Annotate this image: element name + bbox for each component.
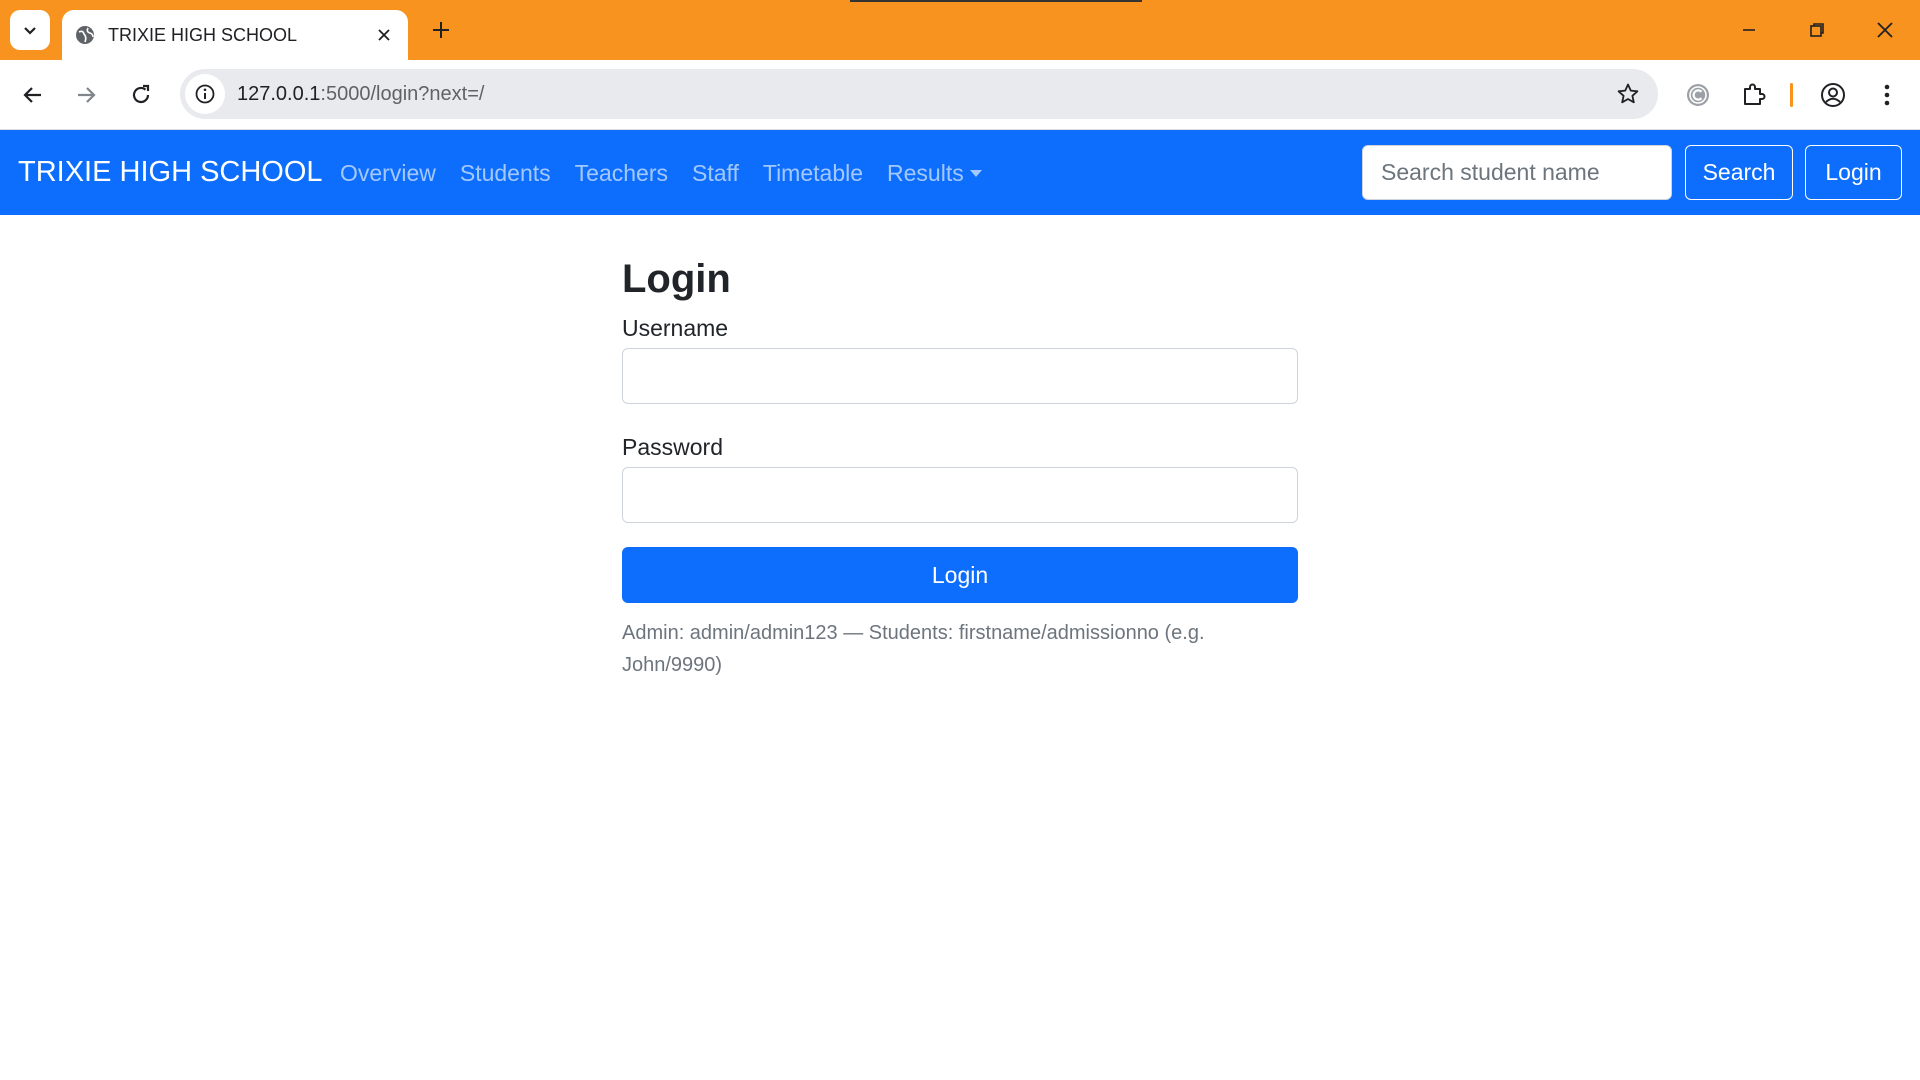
browser-tab-strip: TRIXIE HIGH SCHOOL	[0, 0, 1920, 60]
star-icon[interactable]	[1610, 76, 1646, 112]
globe-icon	[74, 24, 96, 46]
plus-icon	[433, 22, 449, 38]
tab-strip-indicator	[850, 0, 1142, 2]
address-bar[interactable]: 127.0.0.1:5000/login?next=/	[180, 69, 1658, 119]
nav-link-timetable[interactable]: Timetable	[763, 160, 863, 187]
username-label: Username	[622, 315, 729, 341]
profile-icon	[1821, 83, 1845, 107]
navbar-login-button[interactable]: Login	[1805, 145, 1902, 200]
caret-down-icon	[969, 170, 982, 177]
nav-link-staff[interactable]: Staff	[692, 160, 739, 187]
extension-c-icon	[1687, 84, 1709, 106]
search-button[interactable]: Search	[1685, 145, 1793, 200]
reload-icon	[132, 84, 150, 104]
minimize-icon	[1743, 29, 1755, 31]
close-tab-icon[interactable]	[370, 21, 398, 49]
nav-dropdown-results[interactable]: Results	[887, 160, 982, 187]
browser-menu-button[interactable]	[1869, 77, 1905, 113]
toolbar-divider	[1790, 83, 1793, 107]
username-field[interactable]	[622, 348, 1298, 404]
back-icon	[23, 87, 41, 103]
login-submit-button[interactable]: Login	[622, 547, 1298, 603]
forward-button[interactable]	[68, 77, 104, 113]
login-container: Login Username Password Login Admin: adm…	[622, 255, 1298, 681]
back-button[interactable]	[15, 77, 51, 113]
extensions-button[interactable]	[1735, 77, 1771, 113]
chevron-down-icon	[24, 27, 36, 35]
tab-search-button[interactable]	[10, 10, 50, 50]
url-text[interactable]: 127.0.0.1:5000/login?next=/	[237, 83, 1610, 106]
nav-link-overview[interactable]: Overview	[340, 160, 436, 187]
tab-title: TRIXIE HIGH SCHOOL	[108, 24, 298, 45]
url-path: :5000/login?next=/	[320, 82, 485, 105]
results-label: Results	[887, 160, 964, 186]
info-icon[interactable]	[185, 74, 225, 114]
browser-toolbar: 127.0.0.1:5000/login?next=/	[0, 60, 1920, 130]
kebab-menu-icon	[1884, 84, 1890, 106]
password-label: Password	[622, 434, 723, 460]
close-icon	[1877, 22, 1893, 38]
extension-c-button[interactable]	[1680, 77, 1716, 113]
nav-link-students[interactable]: Students	[460, 160, 551, 187]
credentials-hint: Admin: admin/admin123 — Students: firstn…	[622, 622, 1205, 676]
page-title: Login	[622, 257, 731, 301]
password-field[interactable]	[622, 467, 1298, 523]
forward-icon	[78, 87, 96, 103]
browser-tab[interactable]: TRIXIE HIGH SCHOOL	[62, 10, 408, 60]
puzzle-icon	[1744, 83, 1766, 105]
student-search-input[interactable]	[1362, 145, 1672, 200]
restore-button[interactable]	[1794, 8, 1840, 52]
nav-link-teachers[interactable]: Teachers	[575, 160, 668, 187]
brand-link[interactable]: TRIXIE HIGH SCHOOL	[18, 156, 323, 189]
minimize-button[interactable]	[1726, 8, 1772, 52]
nav-links: Overview Students Teachers Staff Timetab…	[340, 160, 1006, 187]
profile-button[interactable]	[1815, 77, 1851, 113]
url-host: 127.0.0.1	[237, 82, 321, 105]
app-navbar: TRIXIE HIGH SCHOOL Overview Students Tea…	[0, 130, 1920, 215]
new-tab-button[interactable]	[423, 12, 459, 48]
close-window-button[interactable]	[1862, 8, 1908, 52]
reload-button[interactable]	[123, 77, 159, 113]
restore-icon	[1810, 23, 1824, 37]
